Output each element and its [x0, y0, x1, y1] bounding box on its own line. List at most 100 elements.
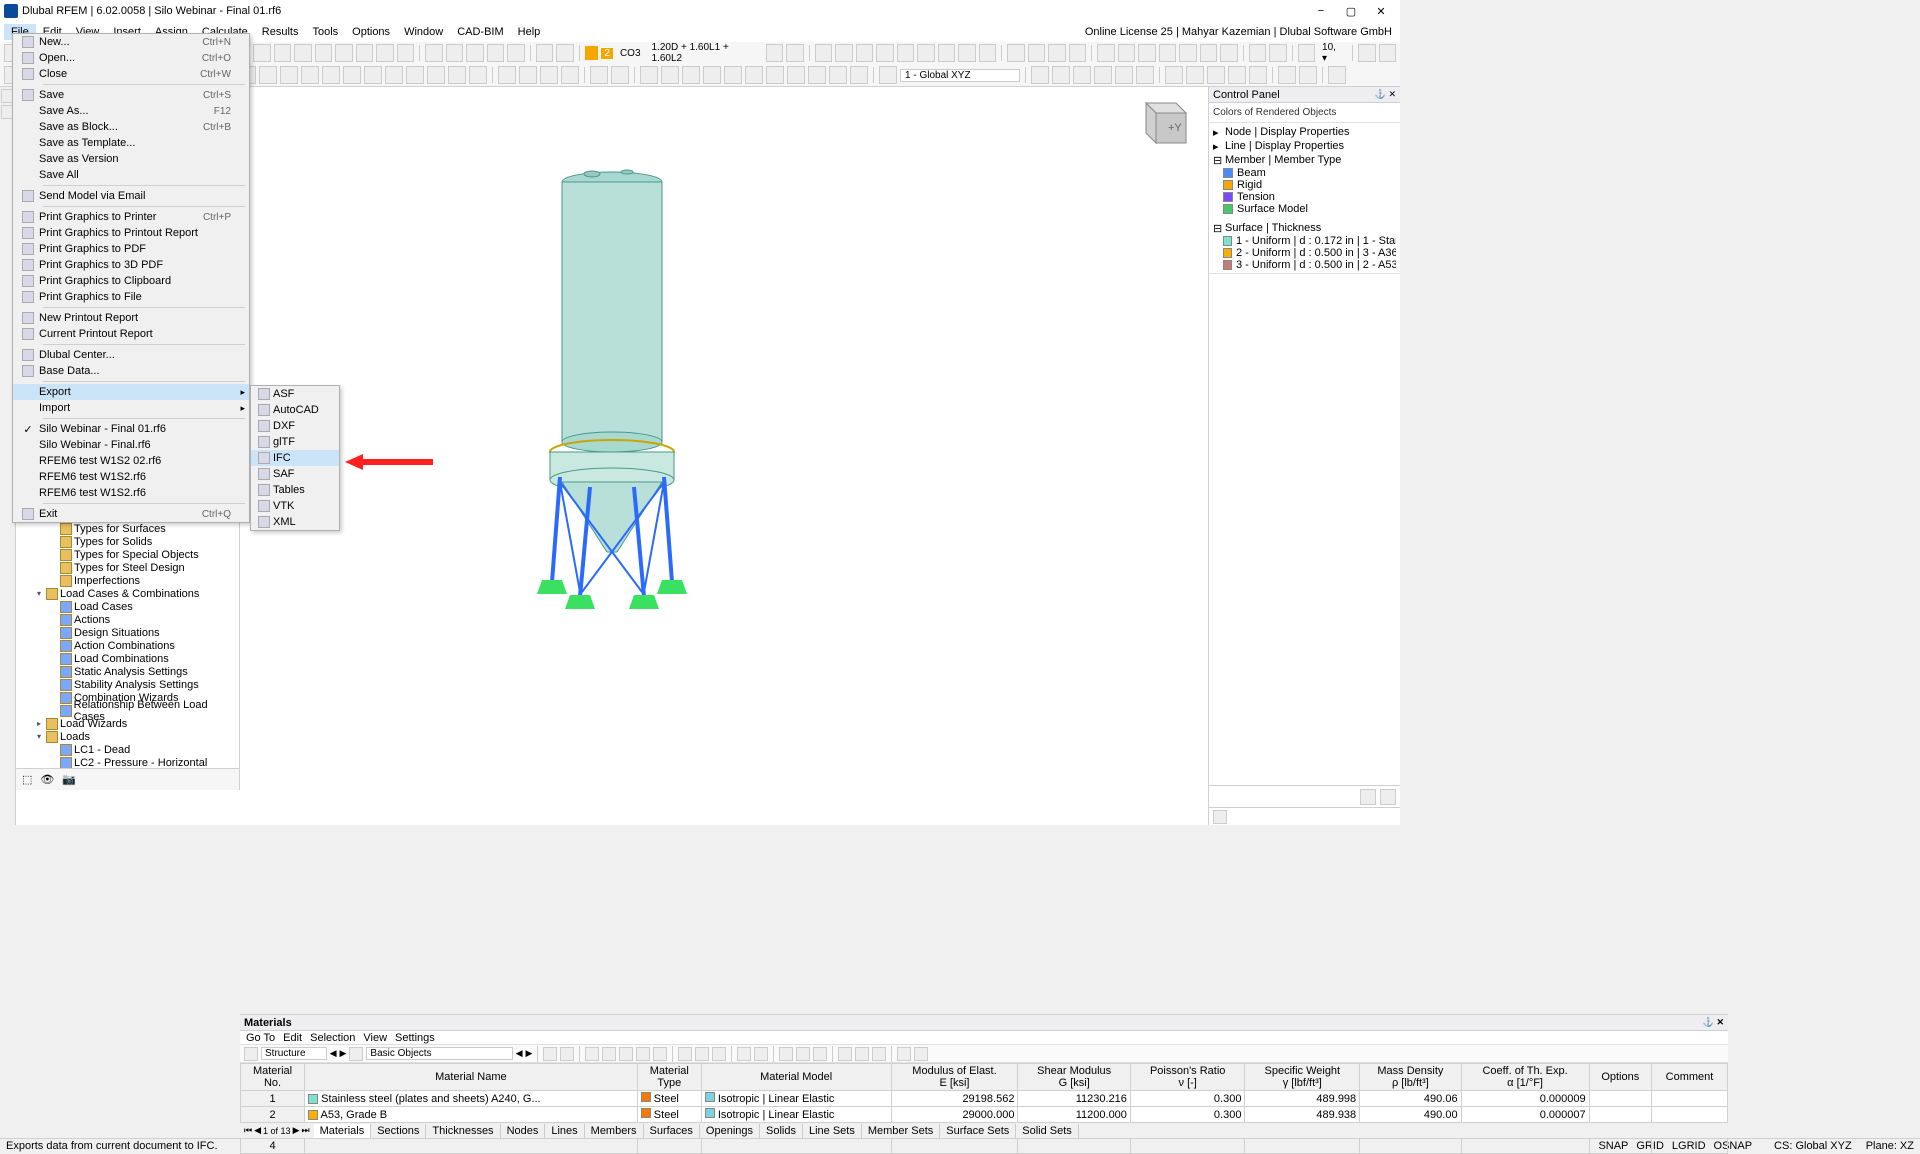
nav-types-for-solids[interactable]: Types for Solids — [16, 535, 239, 548]
cp-surface-item[interactable]: 2 - Uniform | d : 0.500 in | 3 - A36 (HR… — [1213, 247, 1396, 259]
tb-generic-icon[interactable] — [1299, 66, 1317, 84]
file-menu-dlubal-center-[interactable]: Dlubal Center... — [13, 347, 249, 363]
tb-generic-icon[interactable] — [958, 44, 976, 62]
mat-menu-go-to[interactable]: Go To — [246, 1032, 275, 1044]
tb-generic-icon[interactable] — [536, 44, 554, 62]
prev-icon[interactable]: ◀ — [330, 1048, 337, 1059]
mat-menu-selection[interactable]: Selection — [310, 1032, 355, 1044]
file-menu-import[interactable]: Import▸ — [13, 400, 249, 416]
mat-tab-surface-sets[interactable]: Surface Sets — [940, 1124, 1016, 1138]
export-ifc[interactable]: IFC — [251, 450, 339, 466]
mat-tb-icon[interactable] — [796, 1047, 810, 1061]
tb-generic-icon[interactable] — [979, 44, 997, 62]
struct-dropdown[interactable]: Structure — [261, 1047, 327, 1060]
tb-generic-icon[interactable] — [1200, 44, 1218, 62]
mat-tb-icon[interactable] — [695, 1047, 709, 1061]
tb-generic-icon[interactable] — [253, 44, 271, 62]
tb-generic-icon[interactable] — [487, 44, 505, 62]
tb-generic-icon[interactable] — [556, 44, 574, 62]
cp-surface-item[interactable]: 1 - Uniform | d : 0.172 in | 1 - Stainle… — [1213, 235, 1396, 247]
tb-generic-icon[interactable] — [294, 44, 312, 62]
cp-cat-surface[interactable]: ⊟Surface | Thickness — [1213, 221, 1396, 235]
cp-btn-icon[interactable] — [1360, 789, 1376, 805]
menu-cad-bim[interactable]: CAD-BIM — [450, 24, 510, 40]
tb-generic-icon[interactable] — [406, 66, 424, 84]
file-menu-export[interactable]: Export▸ — [13, 384, 249, 400]
tb-generic-icon[interactable] — [1186, 66, 1204, 84]
tb-generic-icon[interactable] — [1379, 44, 1397, 62]
mat-tab-solid-sets[interactable]: Solid Sets — [1016, 1124, 1079, 1138]
mat-tab-lines[interactable]: Lines — [545, 1124, 584, 1138]
tb-generic-icon[interactable] — [876, 44, 894, 62]
tb-generic-icon[interactable] — [1165, 66, 1183, 84]
tb-generic-icon[interactable] — [1358, 44, 1376, 62]
nav-lc1-dead[interactable]: LC1 - Dead — [16, 743, 239, 756]
maximize-button[interactable]: ▢ — [1336, 1, 1366, 21]
cp-btn-icon[interactable] — [1380, 789, 1396, 805]
mat-col-header[interactable]: MaterialNo. — [241, 1064, 305, 1091]
combo-id[interactable]: CO3 — [616, 48, 645, 59]
tb-generic-icon[interactable] — [938, 44, 956, 62]
file-menu-rfem6-test-w1s2-rf6[interactable]: RFEM6 test W1S2.rf6 — [13, 469, 249, 485]
nav-imperfections[interactable]: Imperfections — [16, 574, 239, 587]
nav-types-for-steel-design[interactable]: Types for Steel Design — [16, 561, 239, 574]
prev-icon[interactable]: ◀ — [516, 1048, 523, 1059]
nav-tab-icon[interactable]: ⬚ — [22, 773, 32, 786]
tb-generic-icon[interactable] — [850, 66, 868, 84]
materials-pager[interactable]: ⏮◀ 1 of 13 ▶⏭ — [240, 1125, 314, 1136]
tb-generic-icon[interactable] — [1115, 66, 1133, 84]
tb-generic-icon[interactable] — [1207, 66, 1225, 84]
mat-tb-icon[interactable] — [678, 1047, 692, 1061]
mat-tb-icon[interactable] — [585, 1047, 599, 1061]
nav-load-cases[interactable]: Load Cases — [16, 600, 239, 613]
tb-generic-icon[interactable] — [1138, 44, 1156, 62]
tb-generic-icon[interactable] — [1069, 44, 1087, 62]
file-menu-save-as-block-[interactable]: Save as Block...Ctrl+B — [13, 119, 249, 135]
tb-generic-icon[interactable] — [724, 66, 742, 84]
struct-icon[interactable] — [244, 1047, 258, 1061]
nav-types-for-surfaces[interactable]: Types for Surfaces — [16, 522, 239, 535]
tb-generic-icon[interactable] — [1249, 66, 1267, 84]
file-menu-print-graphics-to-pdf[interactable]: Print Graphics to PDF — [13, 241, 249, 257]
tb-generic-icon[interactable] — [1048, 44, 1066, 62]
mat-tab-nodes[interactable]: Nodes — [501, 1124, 546, 1138]
mat-tab-line-sets[interactable]: Line Sets — [803, 1124, 862, 1138]
file-menu-print-graphics-to-file[interactable]: Print Graphics to File — [13, 289, 249, 305]
file-menu-save-as-[interactable]: Save As...F12 — [13, 103, 249, 119]
file-menu-exit[interactable]: ExitCtrl+Q — [13, 506, 249, 522]
tb-generic-icon[interactable] — [1097, 44, 1115, 62]
mat-tb-icon[interactable] — [543, 1047, 557, 1061]
nav-cam-icon[interactable]: 📷 — [62, 773, 76, 786]
file-menu-save-all[interactable]: Save All — [13, 167, 249, 183]
nav-load-cases-combinations[interactable]: ▾Load Cases & Combinations — [16, 587, 239, 600]
mat-col-header[interactable]: Comment — [1651, 1064, 1727, 1091]
tb-generic-icon[interactable] — [519, 66, 537, 84]
export-autocad[interactable]: AutoCAD — [251, 402, 339, 418]
file-menu-open-[interactable]: Open...Ctrl+O — [13, 50, 249, 66]
file-menu-close[interactable]: CloseCtrl+W — [13, 66, 249, 82]
mat-tb-icon[interactable] — [779, 1047, 793, 1061]
tb-generic-icon[interactable] — [1228, 66, 1246, 84]
tb-generic-icon[interactable] — [1159, 44, 1177, 62]
file-menu-rfem6-test-w1s2-rf6[interactable]: RFEM6 test W1S2.rf6 — [13, 485, 249, 501]
export-tables[interactable]: Tables — [251, 482, 339, 498]
tb-generic-icon[interactable] — [301, 66, 319, 84]
cp-member-rigid[interactable]: Rigid — [1213, 179, 1396, 191]
file-menu-print-graphics-to-printer[interactable]: Print Graphics to PrinterCtrl+P — [13, 209, 249, 225]
file-menu-silo-webinar-final-01-rf6[interactable]: ✓Silo Webinar - Final 01.rf6 — [13, 421, 249, 437]
tb-generic-icon[interactable] — [259, 66, 277, 84]
tb-generic-icon[interactable] — [1118, 44, 1136, 62]
cp-member-surface-model[interactable]: Surface Model — [1213, 203, 1396, 215]
file-menu-new-[interactable]: New...Ctrl+N — [13, 34, 249, 50]
mat-tb-icon[interactable] — [653, 1047, 667, 1061]
tb-generic-icon[interactable] — [561, 66, 579, 84]
materials-table[interactable]: MaterialNo.Material NameMaterialTypeMate… — [240, 1063, 1728, 1154]
cp-cat-member[interactable]: ⊟Member | Member Type — [1213, 153, 1396, 167]
mat-tb-icon[interactable] — [560, 1047, 574, 1061]
mat-tab-solids[interactable]: Solids — [760, 1124, 803, 1138]
menu-tools[interactable]: Tools — [305, 24, 345, 40]
mat-col-header[interactable]: Coeff. of Th. Exp.α [1/°F] — [1461, 1064, 1589, 1091]
tb-generic-icon[interactable] — [425, 44, 443, 62]
nav-loads[interactable]: ▾Loads — [16, 730, 239, 743]
menu-results[interactable]: Results — [255, 24, 306, 40]
